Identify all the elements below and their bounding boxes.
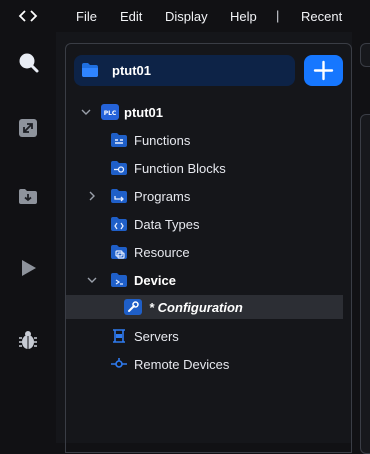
play-icon[interactable] — [16, 256, 40, 280]
bug-icon[interactable] — [16, 328, 40, 352]
tree-item-label: * Configuration — [149, 300, 243, 315]
tree-item-label: Functions — [134, 133, 191, 148]
menu-bar: File Edit Display Help | Recent — [0, 0, 370, 32]
tree-item-label: Servers — [134, 329, 179, 344]
plus-icon — [313, 60, 334, 81]
tree-item-label: Data Types — [134, 217, 200, 232]
project-name: ptut01 — [112, 63, 151, 78]
tree-item-label: Resource — [134, 245, 190, 260]
data-types-folder-icon — [111, 217, 127, 231]
wrench-icon — [124, 299, 142, 315]
tree-item-remote-devices[interactable]: Remote Devices — [66, 352, 343, 376]
menu-recent[interactable]: Recent — [301, 9, 342, 24]
function-blocks-folder-icon — [111, 161, 127, 175]
search-icon[interactable] — [16, 50, 40, 74]
plc-icon: PLC — [101, 104, 119, 120]
servers-icon — [113, 329, 125, 343]
tree-root-label: ptut01 — [124, 105, 163, 120]
functions-folder-icon — [111, 133, 127, 147]
folder-icon — [82, 63, 98, 77]
chevron-down-icon[interactable] — [80, 106, 92, 118]
tree-item-label: Function Blocks — [134, 161, 226, 176]
editor-tab-bar — [360, 43, 370, 67]
tree-item-function-blocks[interactable]: Function Blocks — [66, 156, 343, 180]
tree-item-servers[interactable]: Servers — [66, 324, 343, 348]
tree-item-functions[interactable]: Functions — [66, 128, 343, 152]
menu-display[interactable]: Display — [165, 9, 208, 24]
device-folder-icon — [111, 273, 127, 287]
tree-item-label: Remote Devices — [134, 357, 230, 372]
tree-item-programs[interactable]: Programs — [66, 184, 343, 208]
tree-item-data-types[interactable]: Data Types — [66, 212, 343, 236]
tree-item-label: Programs — [134, 189, 191, 204]
activity-bar — [0, 32, 56, 443]
project-selector[interactable]: ptut01 — [74, 55, 295, 86]
plc-badge-text: PLC — [104, 110, 117, 117]
menu-file[interactable]: File — [76, 9, 97, 24]
programs-folder-icon — [111, 189, 127, 203]
add-button[interactable] — [304, 55, 343, 86]
tree-item-resource[interactable]: Resource — [66, 240, 343, 264]
tree-item-label: Device — [134, 273, 176, 288]
menu-separator: | — [276, 8, 280, 23]
menu-help[interactable]: Help — [230, 9, 257, 24]
code-brackets-icon[interactable] — [18, 8, 38, 24]
tree-item-device[interactable]: Device — [66, 268, 343, 292]
editor-area — [360, 114, 370, 454]
download-icon[interactable] — [16, 184, 40, 208]
menu-edit[interactable]: Edit — [120, 9, 142, 24]
tree-item-configuration[interactable]: * Configuration — [66, 295, 343, 319]
remote-devices-icon — [111, 358, 127, 368]
resource-folder-icon — [111, 245, 127, 259]
chevron-down-icon[interactable] — [86, 274, 98, 286]
expand-icon[interactable] — [16, 116, 40, 140]
tree-root-ptut01[interactable]: PLC ptut01 — [66, 100, 343, 124]
chevron-right-icon[interactable] — [86, 190, 98, 202]
